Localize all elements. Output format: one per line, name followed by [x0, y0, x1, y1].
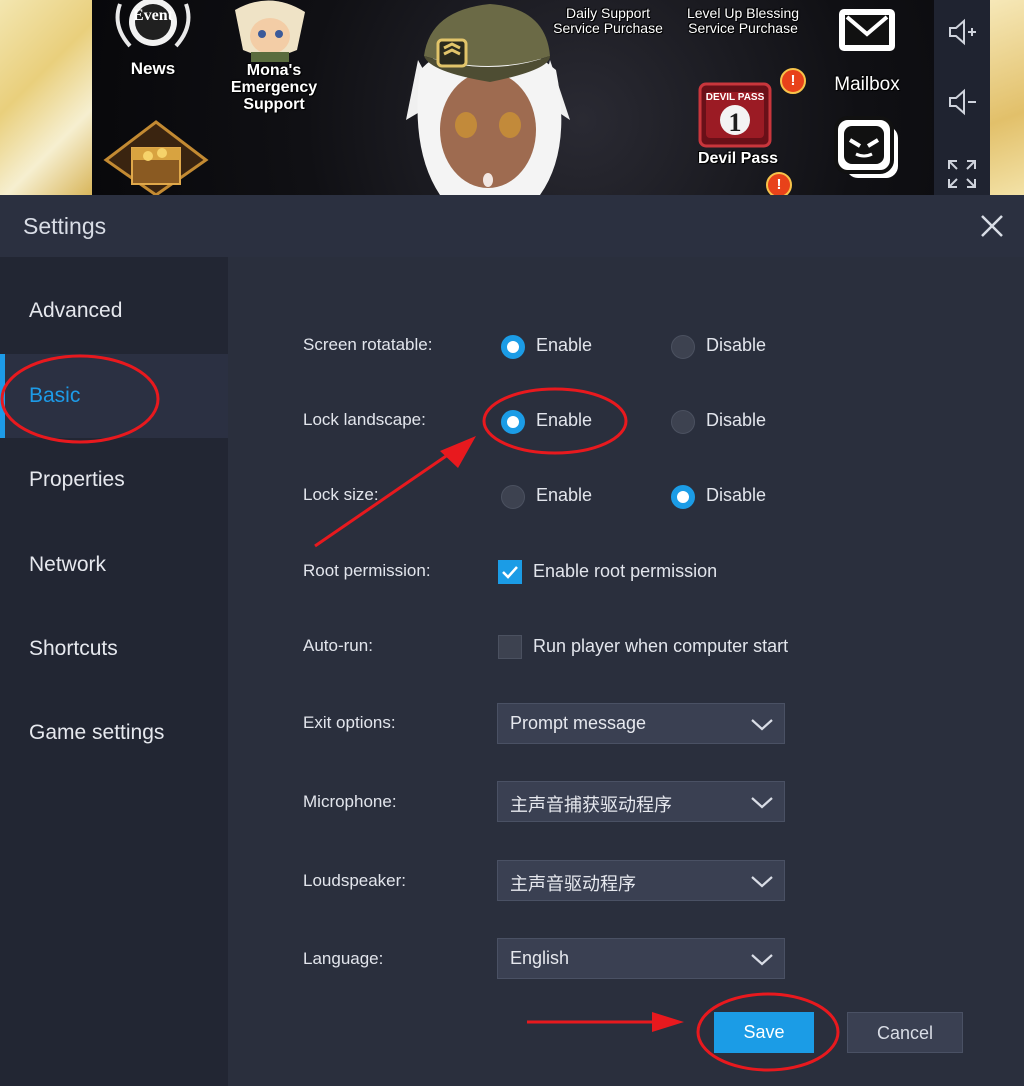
devil-pass-level: 1 — [729, 108, 742, 137]
auto-run-checkbox[interactable] — [498, 635, 522, 659]
screen-rotatable-disable-label[interactable]: Disable — [706, 335, 766, 356]
lock-landscape-enable-label[interactable]: Enable — [536, 410, 592, 431]
nav-item-advanced[interactable]: Advanced — [0, 269, 228, 353]
second-alert-badge: ! — [766, 172, 792, 195]
root-permission-checkbox[interactable] — [498, 560, 522, 584]
devil-pass-alert-badge: ! — [780, 68, 806, 94]
game-screen: Event News Mona's Emergency Support Dail… — [0, 0, 1024, 195]
language-select[interactable]: English — [497, 938, 785, 979]
news-label[interactable]: News — [118, 60, 188, 78]
devil-pass-badge-text: DEVIL PASS — [706, 92, 765, 103]
news-badge-text: Event — [133, 7, 174, 24]
auto-run-option-label[interactable]: Run player when computer start — [533, 636, 788, 657]
checkmark-icon — [502, 566, 518, 579]
microphone-label: Microphone: — [303, 792, 397, 811]
lock-size-label: Lock size: — [303, 485, 379, 504]
root-permission-label: Root permission: — [303, 561, 431, 580]
settings-dialog: Settings Advanced Basic Properties Netwo… — [0, 195, 1024, 1086]
lock-landscape-disable-label[interactable]: Disable — [706, 410, 766, 431]
volume-up-icon[interactable] — [946, 16, 978, 48]
mona-label[interactable]: Mona's Emergency Support — [228, 62, 320, 113]
emulator-toolbar — [934, 0, 990, 195]
auto-run-label: Auto-run: — [303, 636, 373, 655]
microphone-value: 主声音捕获驱动程序 — [510, 795, 672, 815]
lock-size-enable-label[interactable]: Enable — [536, 485, 592, 506]
lock-landscape-label: Lock landscape: — [303, 410, 426, 429]
volume-down-icon[interactable] — [946, 86, 978, 118]
mailbox-label[interactable]: Mailbox — [822, 75, 912, 95]
screen-rotatable-label: Screen rotatable: — [303, 335, 433, 354]
screen-rotatable-enable-radio[interactable] — [501, 335, 525, 359]
language-label: Language: — [303, 949, 384, 968]
game-bg-left — [0, 0, 92, 195]
screen-rotatable-disable-radio[interactable] — [671, 335, 695, 359]
nav-item-game-settings[interactable]: Game settings — [0, 691, 228, 775]
news-badge-icon[interactable]: Event — [110, 0, 196, 52]
loudspeaker-select[interactable]: 主声音驱动程序 — [497, 860, 785, 901]
character-portrait — [406, 4, 570, 195]
dialog-title: Settings — [23, 213, 107, 239]
chevron-down-icon — [751, 797, 773, 809]
daily-support-label[interactable]: Daily Support Service Purchase — [552, 6, 664, 36]
exit-options-select[interactable]: Prompt message — [497, 703, 785, 744]
cancel-button[interactable]: Cancel — [847, 1012, 963, 1053]
lock-size-disable-radio[interactable] — [671, 485, 695, 509]
loudspeaker-label: Loudspeaker: — [303, 871, 407, 890]
save-button[interactable]: Save — [714, 1012, 814, 1053]
nav-item-shortcuts[interactable]: Shortcuts — [0, 607, 228, 691]
levelup-blessing-label[interactable]: Level Up Blessing Service Purchase — [676, 6, 810, 36]
root-permission-option-label[interactable]: Enable root permission — [533, 561, 717, 582]
chevron-down-icon — [751, 719, 773, 731]
chevron-down-icon — [751, 954, 773, 966]
settings-nav: Advanced Basic Properties Network Shortc… — [0, 257, 228, 1086]
lock-size-enable-radio[interactable] — [501, 485, 525, 509]
exit-options-value: Prompt message — [510, 713, 647, 733]
fullscreen-icon[interactable] — [946, 158, 978, 190]
nav-item-basic[interactable]: Basic — [0, 354, 228, 438]
devil-pass-label[interactable]: Devil Pass — [690, 150, 786, 168]
devil-pass-card-icon[interactable]: DEVIL PASS 1 — [696, 78, 774, 150]
lock-landscape-enable-radio[interactable] — [501, 410, 525, 434]
nav-item-properties[interactable]: Properties — [0, 438, 228, 522]
game-bg-right — [990, 0, 1024, 195]
microphone-select[interactable]: 主声音捕获驱动程序 — [497, 781, 785, 822]
screen-rotatable-enable-label[interactable]: Enable — [536, 335, 592, 356]
mona-avatar-icon[interactable] — [225, 0, 315, 62]
dialog-titlebar: Settings — [0, 195, 1024, 257]
language-value: English — [510, 948, 570, 968]
loudspeaker-value: 主声音驱动程序 — [510, 874, 636, 894]
treasure-chest-icon[interactable] — [102, 118, 210, 195]
character-menu-icon[interactable] — [832, 116, 902, 180]
settings-content: Screen rotatable: Enable Disable Lock la… — [228, 257, 1024, 1086]
lock-landscape-disable-radio[interactable] — [671, 410, 695, 434]
close-icon[interactable] — [972, 209, 1012, 243]
envelope-icon[interactable] — [836, 6, 898, 54]
nav-item-network[interactable]: Network — [0, 523, 228, 607]
exit-options-label: Exit options: — [303, 713, 396, 732]
lock-size-disable-label[interactable]: Disable — [706, 485, 766, 506]
chevron-down-icon — [751, 876, 773, 888]
